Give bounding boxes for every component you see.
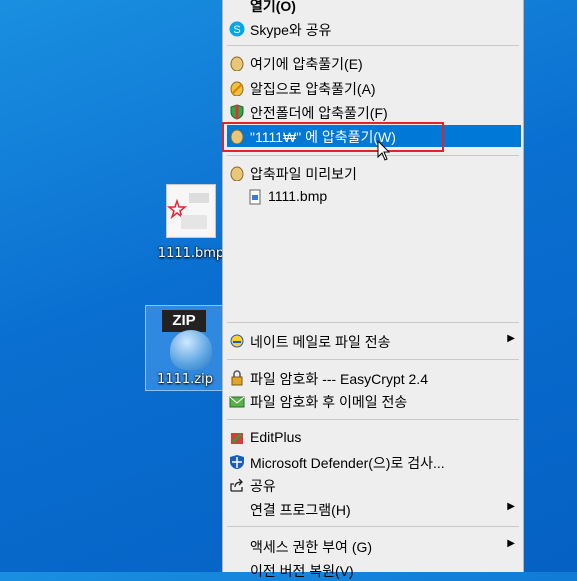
menu-item-open-with[interactable]: 연결 프로그램(H) ▶	[223, 498, 523, 520]
defender-icon	[229, 454, 245, 470]
alzip-egg-icon	[170, 330, 212, 370]
menu-item-extract-here[interactable]: 여기에 압축풀기(E)	[223, 52, 523, 74]
zip-label: 1111.zip	[157, 372, 213, 387]
menu-item-safe-extract[interactable]: 안전폴더에 압축풀기(F)	[223, 101, 523, 123]
menu-item-skype[interactable]: S Skype와 공유	[223, 18, 523, 40]
mouse-cursor-icon	[377, 139, 391, 166]
submenu-arrow-icon: ▶	[507, 501, 515, 512]
menu-separator	[227, 45, 519, 46]
submenu-arrow-icon: ▶	[507, 538, 515, 549]
menu-item-nate-send[interactable]: 네이트 메일로 파일 전송 ▶	[223, 330, 523, 352]
menu-separator	[227, 419, 519, 420]
menu-item-preview-file[interactable]: 1111.bmp	[223, 186, 523, 208]
menu-item-encrypt-mail[interactable]: 파일 암호화 후 이메일 전송	[223, 390, 523, 412]
menu-separator	[227, 322, 519, 323]
menu-item-open[interactable]: 열기(O)	[223, 0, 523, 16]
menu-separator	[227, 526, 519, 527]
annotation-highlight-box	[222, 122, 444, 152]
menu-item-preview[interactable]: 압축파일 미리보기	[223, 162, 523, 184]
menu-item-alzip-extract[interactable]: 알집으로 압축풀기(A)	[223, 77, 523, 99]
svg-text:S: S	[233, 24, 240, 36]
bmp-file-icon	[247, 189, 263, 205]
nate-mail-icon	[229, 333, 245, 349]
alzip-egg-icon	[229, 165, 245, 182]
desktop-icon-zip[interactable]: ZIP 1111.zip	[145, 305, 223, 391]
mail-lock-icon	[229, 393, 245, 409]
menu-item-encrypt[interactable]: 파일 암호화 --- EasyCrypt 2.4	[223, 367, 523, 389]
alzip-egg-icon	[229, 55, 245, 72]
zip-tag: ZIP	[162, 310, 206, 332]
lock-icon	[229, 370, 245, 386]
menu-item-restore[interactable]: 이전 버전 복원(V)	[223, 559, 523, 581]
menu-item-defender[interactable]: Microsoft Defender(으)로 검사...	[223, 451, 523, 473]
menu-separator	[227, 155, 519, 156]
alzip-egg-icon	[229, 80, 245, 97]
menu-item-share[interactable]: 공유	[223, 474, 523, 496]
skype-icon: S	[229, 21, 245, 37]
submenu-arrow-icon: ▶	[507, 333, 515, 344]
context-menu: 열기(O) S Skype와 공유 여기에 압축풀기(E) 알집으로 압축풀기(…	[222, 0, 524, 579]
menu-separator	[227, 359, 519, 360]
editplus-icon	[229, 430, 245, 446]
share-icon	[229, 477, 245, 493]
menu-item-editplus[interactable]: EditPlus	[223, 427, 523, 449]
bmp-thumbnail-icon	[166, 184, 216, 238]
shield-icon	[229, 104, 245, 120]
menu-item-access[interactable]: 액세스 권한 부여 (G) ▶	[223, 535, 523, 557]
